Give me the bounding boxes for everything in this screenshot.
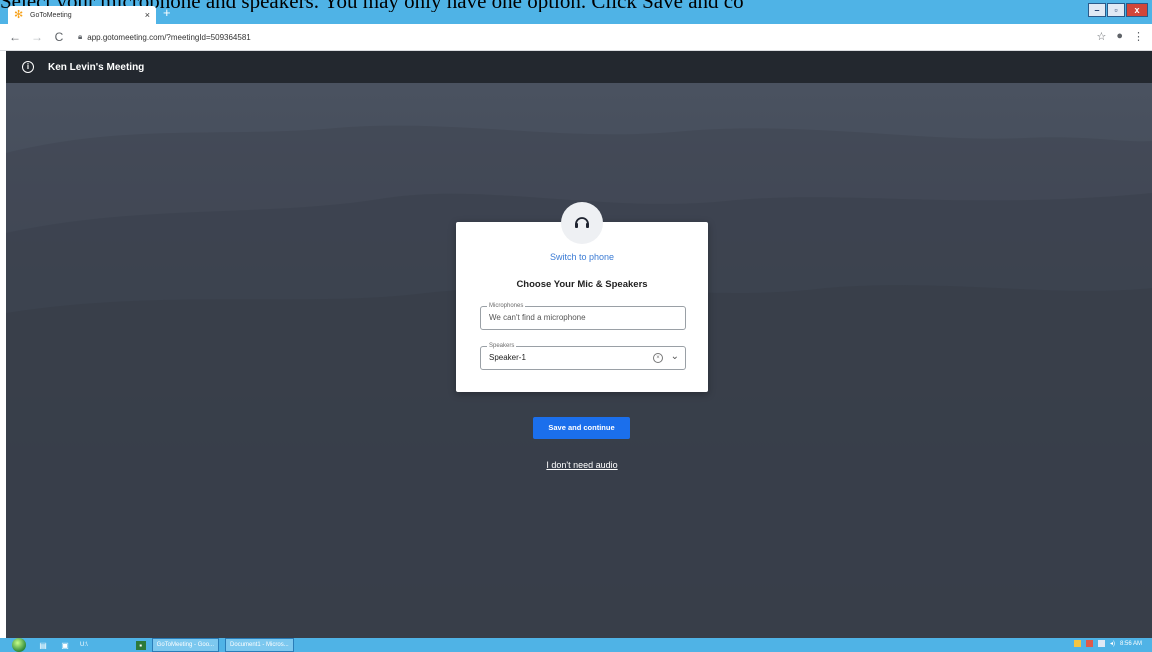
info-icon[interactable]: i <box>22 61 34 73</box>
tab-close-icon[interactable]: × <box>145 10 150 20</box>
new-tab-button[interactable]: + <box>163 6 171 20</box>
back-arrow-icon[interactable]: ← <box>8 30 22 44</box>
taskbar-item-label: Document1 - Micros... <box>230 642 289 648</box>
bookmark-star-icon[interactable]: ☆ <box>1096 30 1106 43</box>
instruction-caption: Select your microphone and speakers. You… <box>0 0 744 12</box>
reload-icon[interactable]: C <box>52 30 66 44</box>
microphones-select[interactable]: Microphones We can't find a microphone <box>480 302 686 330</box>
minimize-button[interactable]: – <box>1088 3 1106 17</box>
headset-icon-badge <box>561 202 603 244</box>
meeting-title: Ken Levin's Meeting <box>48 61 145 73</box>
taskbar-item-drive[interactable]: U:\ <box>76 639 92 651</box>
forward-arrow-icon[interactable]: → <box>30 30 44 44</box>
taskbar-item-word[interactable]: Document1 - Micros... <box>225 638 294 652</box>
microphones-value: We can't find a microphone <box>489 313 586 322</box>
save-and-continue-button[interactable]: Save and continue <box>533 417 630 439</box>
lock-icon: 🔒︎ <box>78 32 83 41</box>
start-button[interactable] <box>12 638 26 652</box>
speakers-select[interactable]: Speakers Speaker-1 × ⌄ <box>480 342 686 370</box>
clear-selection-icon[interactable]: × <box>653 353 663 363</box>
close-window-button[interactable]: x <box>1126 3 1148 17</box>
card-title: Choose Your Mic & Speakers <box>516 279 648 290</box>
tray-icon[interactable] <box>1085 640 1093 647</box>
microphones-label: Microphones <box>487 302 526 310</box>
gotomeeting-favicon-icon: ✻ <box>14 9 24 21</box>
no-audio-link[interactable]: I don't need audio <box>532 460 632 470</box>
browser-toolbar: ← → C 🔒︎ app.gotomeeting.com/?meetingId=… <box>0 24 1152 51</box>
browser-tab[interactable]: ✻ GoToMeeting × <box>8 6 156 24</box>
windows-taskbar: ▤ ▣ U:\ ▪ GoToMeeting - Goo... Document1… <box>0 638 1152 652</box>
address-bar[interactable]: app.gotomeeting.com/?meetingId=509364581 <box>87 33 250 42</box>
tray-icon[interactable] <box>1073 640 1081 647</box>
app-icon[interactable]: ▪ <box>135 640 146 650</box>
taskbar-item-label: GoToMeeting - Goo... <box>156 642 215 648</box>
speakers-label: Speakers <box>487 342 517 350</box>
audio-setup-card: Switch to phone Choose Your Mic & Speake… <box>456 222 708 392</box>
desktop-icon[interactable]: ▣ <box>60 641 70 650</box>
switch-to-phone-link[interactable]: Switch to phone <box>456 252 708 262</box>
clock: 8:56 AM <box>1119 640 1142 647</box>
menu-kebab-icon[interactable]: ⋮ <box>1133 30 1144 43</box>
maximize-button[interactable]: ▫ <box>1107 3 1125 17</box>
meeting-header: i Ken Levin's Meeting <box>6 51 1152 83</box>
network-icon[interactable] <box>1097 640 1105 647</box>
speakers-value: Speaker-1 <box>489 353 526 362</box>
taskbar-item-chrome[interactable]: GoToMeeting - Goo... <box>151 638 220 652</box>
explorer-icon[interactable]: ▤ <box>38 641 48 650</box>
volume-icon[interactable]: ◂) <box>1110 640 1115 647</box>
tab-title: GoToMeeting <box>30 11 72 19</box>
headset-icon <box>575 217 589 228</box>
profile-icon[interactable]: ● <box>1116 30 1123 43</box>
taskbar-item-label: U:\ <box>80 642 88 648</box>
window-controls: – ▫ x <box>1088 3 1148 17</box>
system-tray: ◂) 8:56 AM <box>1073 640 1142 647</box>
chevron-down-icon[interactable]: ⌄ <box>671 351 679 362</box>
